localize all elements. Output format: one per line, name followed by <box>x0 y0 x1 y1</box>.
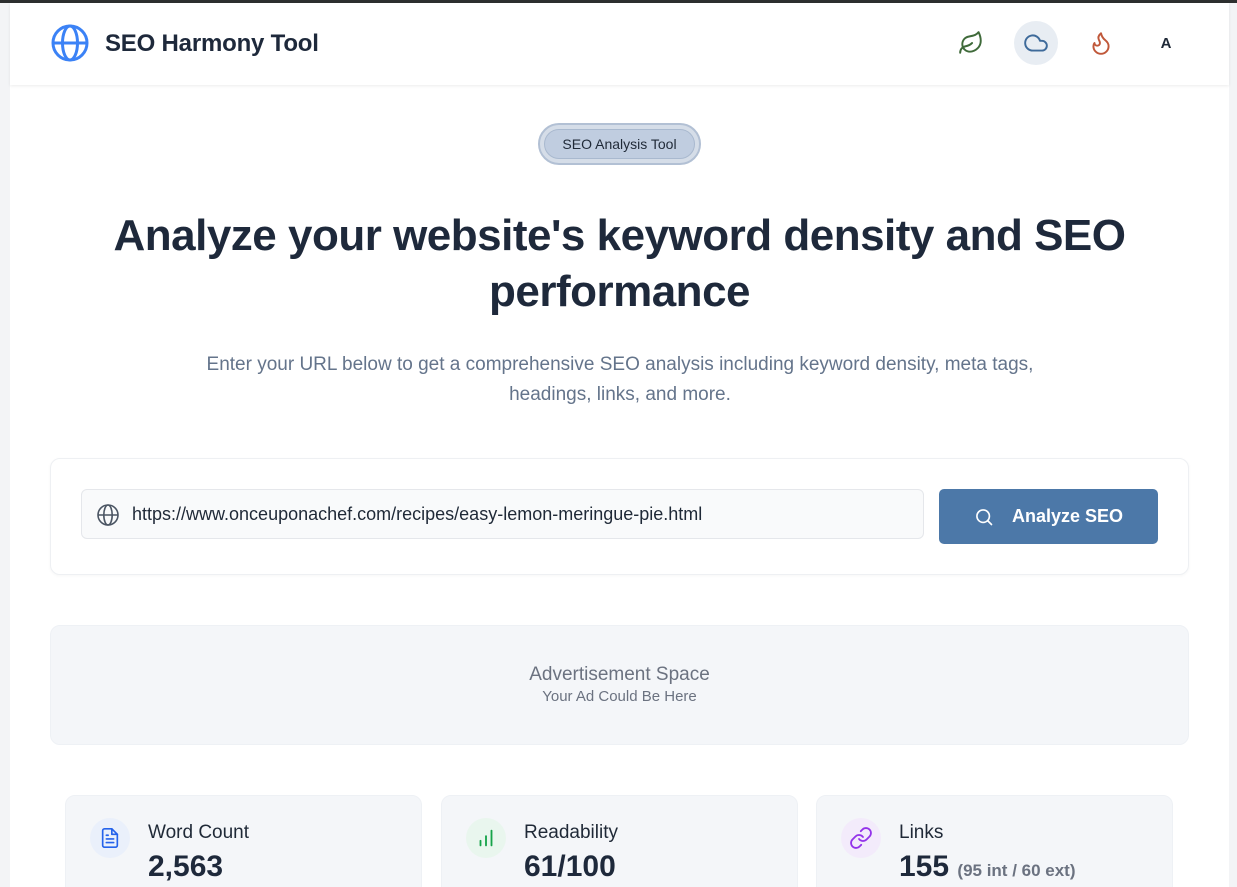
stat-label: Readability <box>524 822 618 843</box>
hero-subtitle: Enter your URL below to get a comprehens… <box>206 354 1034 405</box>
stat-label: Word Count <box>148 822 250 843</box>
globe-logo-icon[interactable] <box>50 23 90 63</box>
tool-badge: SEO Analysis Tool <box>538 123 701 165</box>
stat-value: 61/100 <box>524 850 616 883</box>
flame-icon <box>1092 32 1110 55</box>
search-icon <box>976 508 993 525</box>
leaf-icon <box>959 31 982 54</box>
theme-nature-button[interactable] <box>949 21 993 65</box>
globe-icon <box>97 504 119 526</box>
theme-cloud-button[interactable] <box>1014 21 1058 65</box>
app-header: SEO Harmony Tool A <box>10 3 1229 85</box>
stat-icon-wrap <box>466 818 506 858</box>
bar-chart-icon <box>479 829 493 847</box>
theme-text-button[interactable]: A <box>1144 21 1188 65</box>
cloud-icon <box>1024 34 1048 52</box>
link-icon <box>850 827 872 849</box>
stat-card-readability: Readability 61/100 <box>441 795 798 887</box>
analyze-seo-label: Analyze SEO <box>1011 506 1124 526</box>
stat-card-word-count: Word Count 2,563 <box>65 795 422 887</box>
page: SEO Harmony Tool A SEO Analysis Tool Ana… <box>10 3 1229 887</box>
hero-title: Analyze your website's keyword density a… <box>113 211 1126 316</box>
tool-badge-label: SEO Analysis Tool <box>544 129 695 159</box>
document-icon <box>101 828 119 848</box>
stat-label: Links <box>899 822 944 843</box>
stat-value-extra: (95 int / 60 ext) <box>957 861 1076 880</box>
stat-value: 2,563 <box>148 850 224 883</box>
ad-subtitle: Your Ad Could Be Here <box>542 688 697 705</box>
stat-icon-wrap <box>90 818 130 858</box>
stat-value-number: 155 <box>899 850 950 883</box>
theme-fire-button[interactable] <box>1079 21 1123 65</box>
url-field[interactable] <box>81 489 924 539</box>
brand-title[interactable]: SEO Harmony Tool <box>105 30 319 58</box>
stat-card-links: Links 155 (95 int / 60 ext) <box>816 795 1173 887</box>
stat-icon-wrap <box>841 818 881 858</box>
ad-title: Advertisement Space <box>529 664 710 685</box>
advertisement-space: Advertisement Space Your Ad Could Be Her… <box>50 625 1189 745</box>
stat-value: 155 (95 int / 60 ext) <box>899 850 1076 884</box>
search-card: Analyze SEO <box>50 458 1189 575</box>
url-input[interactable] <box>132 490 912 538</box>
analyze-seo-button[interactable]: Analyze SEO <box>939 489 1158 544</box>
